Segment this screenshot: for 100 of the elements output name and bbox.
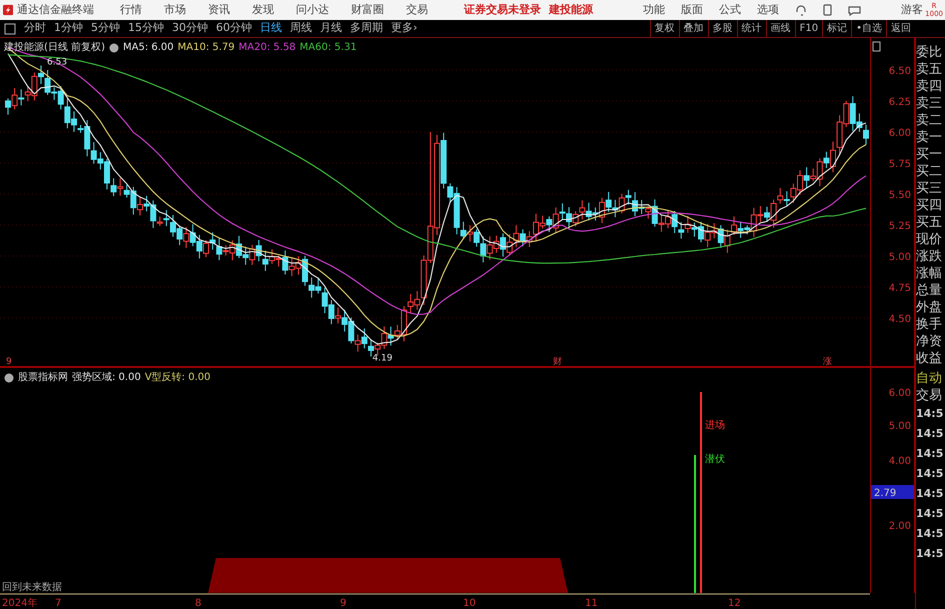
- message-icon[interactable]: [848, 4, 862, 16]
- chart-tool-button[interactable]: F10: [794, 20, 822, 38]
- settings-icon[interactable]: [4, 372, 14, 382]
- period-tab[interactable]: 日线: [256, 20, 286, 37]
- notice-link[interactable]: 证券交易未登录: [464, 2, 542, 18]
- period-tab[interactable]: 60分钟: [212, 20, 256, 37]
- auto-trade-label[interactable]: 自动: [916, 370, 945, 387]
- price-axis-label: 6.00: [888, 128, 911, 139]
- chart-tool-button[interactable]: 多股: [708, 20, 737, 38]
- user-label[interactable]: 游客: [901, 2, 924, 18]
- quote-field-label: 买四: [916, 197, 943, 214]
- month-label: 7: [55, 598, 62, 609]
- period-tab[interactable]: 更多›: [387, 20, 422, 37]
- event-marker: 涨: [823, 357, 832, 366]
- toolbar-menu-item[interactable]: 版面: [681, 2, 704, 18]
- chart-tool-button[interactable]: 复权: [650, 20, 679, 38]
- signal-label: 进场: [705, 420, 725, 431]
- quote-field-label: 净资: [916, 333, 943, 350]
- quote-field-label: 现价: [916, 231, 943, 248]
- quote-field-label: 收益: [916, 350, 943, 367]
- month-label: 9: [340, 598, 346, 609]
- settings-icon[interactable]: [108, 42, 119, 52]
- chart-tool-button[interactable]: •自选: [851, 20, 886, 38]
- menu-item[interactable]: 问小达: [296, 2, 330, 18]
- trade-time: 14:5: [916, 406, 944, 422]
- price-axis-label: 6.50: [888, 66, 911, 77]
- moving-average-value: MA5: 6.00: [122, 41, 174, 55]
- moving-average-value: MA20: 5.58: [238, 41, 296, 55]
- trade-time: 14:5: [916, 446, 944, 462]
- menu-item[interactable]: 资讯: [208, 2, 230, 18]
- moving-average-value: MA60: 5.31: [300, 41, 357, 55]
- toolbar-menu-item[interactable]: 公式: [719, 2, 742, 18]
- menu-item[interactable]: 发现: [252, 2, 274, 18]
- chart-tool-button[interactable]: 叠加: [678, 20, 708, 38]
- quote-field-label: 涨幅: [916, 265, 943, 282]
- headset-icon[interactable]: [795, 4, 808, 16]
- toolbar-menu-item[interactable]: 选项: [757, 2, 780, 18]
- low-price-label: 4.19: [372, 353, 392, 364]
- price-axis-label: 5.50: [888, 190, 911, 201]
- year-label: 2024年: [2, 598, 38, 609]
- quote-field-label: 买二: [916, 163, 943, 180]
- month-label: 10: [463, 598, 476, 609]
- indicator-value: 强势区域: 0.00: [72, 370, 141, 385]
- period-tab[interactable]: 分时: [20, 20, 50, 37]
- indicator-axis-label: 2.00: [888, 521, 911, 532]
- menu-item[interactable]: 交易: [406, 2, 428, 18]
- app-name: 通达信金融终端: [17, 2, 94, 18]
- quote-field-label: 买三: [916, 180, 943, 197]
- notice-link[interactable]: 建投能源: [549, 2, 594, 18]
- chart-tool-button[interactable]: 画线: [766, 20, 795, 38]
- price-axis-label: 5.00: [888, 252, 911, 263]
- logo-icon: [3, 3, 14, 17]
- trade-time: 14:5: [916, 466, 944, 482]
- event-marker: 9: [6, 357, 12, 366]
- event-marker: 财: [553, 357, 562, 366]
- menu-item[interactable]: 财富圈: [351, 2, 384, 18]
- chart-tool-button[interactable]: 返回: [886, 20, 915, 38]
- quote-field-label: 卖一: [916, 129, 943, 146]
- month-label: 8: [195, 598, 202, 609]
- toolbar-menu-item[interactable]: 功能: [643, 2, 666, 18]
- price-axis-label: 6.25: [888, 97, 911, 108]
- quote-field-label: 卖二: [916, 112, 943, 129]
- period-tab[interactable]: 15分钟: [124, 20, 168, 37]
- quote-field-label: 卖四: [916, 78, 943, 95]
- period-tab[interactable]: 多周期: [346, 20, 387, 37]
- chart-tool-button[interactable]: 统计: [736, 20, 766, 38]
- period-tab[interactable]: 1分钟: [50, 20, 87, 37]
- period-tab[interactable]: 周线: [286, 20, 316, 37]
- signal-label: 潜伏: [705, 454, 725, 465]
- menu-item[interactable]: 行情: [120, 2, 142, 18]
- data-note: 回到未来数据: [2, 582, 62, 593]
- quote-field-label: 换手: [916, 316, 943, 333]
- indicator-axis-label: 4.00: [888, 456, 911, 467]
- quote-field-label: 外盘: [916, 299, 943, 316]
- quote-field-label: 买五: [916, 214, 943, 231]
- trade-time: 14:5: [916, 526, 944, 542]
- period-tab[interactable]: 30分钟: [168, 20, 212, 37]
- quote-field-label: 卖三: [916, 95, 943, 112]
- period-tab[interactable]: 月线: [316, 20, 346, 37]
- panel-toggle-icon[interactable]: [4, 22, 16, 34]
- layout-icon[interactable]: [872, 42, 880, 52]
- price-axis-label: 5.25: [888, 221, 911, 232]
- moving-average-value: MA10: 5.79: [178, 41, 235, 55]
- price-axis-label: 4.75: [888, 283, 911, 294]
- quote-field-label: 买一: [916, 146, 943, 163]
- quote-field-label: 委比: [916, 44, 943, 61]
- indicator-name: 股票指标网: [18, 370, 68, 385]
- month-label: 12: [728, 598, 741, 609]
- trade-time: 14:5: [916, 506, 944, 522]
- price-axis-label: 5.75: [888, 159, 911, 170]
- quote-field-label: 涨跌: [916, 248, 943, 265]
- phone-icon[interactable]: [823, 4, 832, 16]
- trade-label: 交易: [916, 387, 943, 404]
- menu-item[interactable]: 市场: [164, 2, 186, 18]
- price-axis-label: 4.50: [888, 314, 911, 325]
- period-tab[interactable]: 5分钟: [87, 20, 124, 37]
- indicator-value: V型反转: 0.00: [144, 370, 210, 385]
- trade-time: 14:5: [916, 486, 944, 502]
- trade-time: 14:5: [916, 426, 944, 442]
- chart-tool-button[interactable]: 标记: [822, 20, 852, 38]
